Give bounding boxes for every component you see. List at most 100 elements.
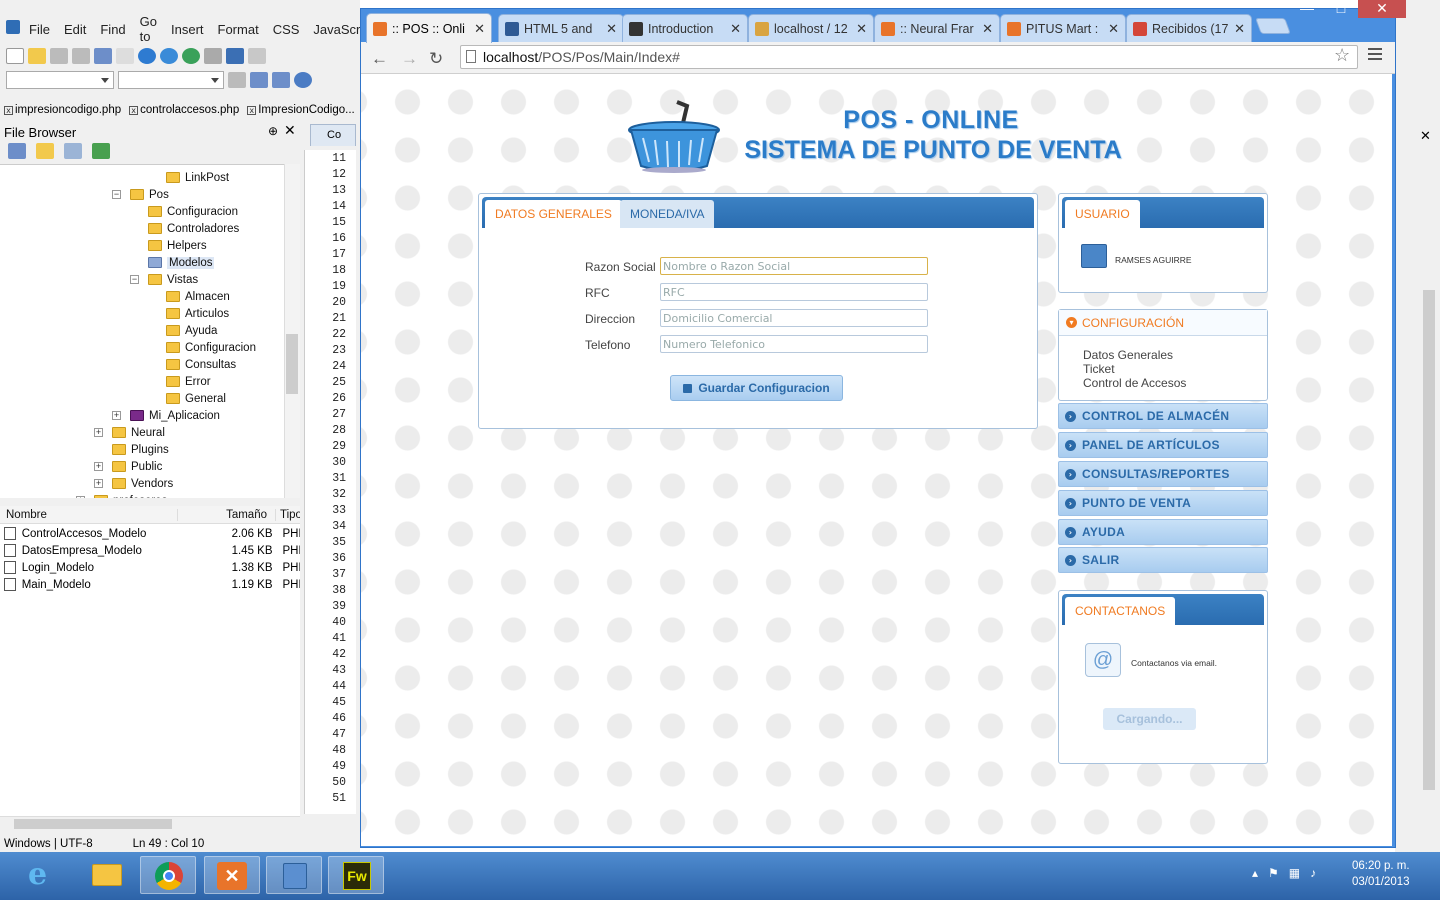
- style-select[interactable]: [118, 71, 224, 89]
- expand-toggle-icon[interactable]: +: [94, 462, 103, 471]
- close-tab-icon[interactable]: ✕: [1234, 21, 1245, 37]
- tree-item[interactable]: Helpers: [148, 237, 207, 254]
- tree-item[interactable]: Configuracion: [148, 203, 238, 220]
- redo-icon[interactable]: [248, 48, 266, 64]
- col-size[interactable]: Tamaño: [178, 508, 276, 521]
- chrome-icon[interactable]: [140, 856, 196, 894]
- col-name[interactable]: Nombre: [0, 508, 178, 521]
- expand-toggle-icon[interactable]: +: [94, 479, 103, 488]
- close-icon[interactable]: x: [247, 105, 257, 115]
- tab-datos-generales[interactable]: DATOS GENERALES: [485, 200, 622, 228]
- save-all-icon[interactable]: [72, 48, 90, 64]
- file-explorer-icon[interactable]: [78, 856, 134, 894]
- tree-item[interactable]: Ayuda: [166, 322, 217, 339]
- close-panel-button[interactable]: ✕: [284, 122, 296, 139]
- tree-item[interactable]: Public: [112, 458, 162, 475]
- telefono-input[interactable]: Numero Telefonico: [660, 335, 928, 353]
- expand-toggle-icon[interactable]: +: [112, 411, 121, 420]
- tree-item[interactable]: Configuracion: [166, 339, 256, 356]
- editor-vertical-scrollbar[interactable]: [1420, 150, 1438, 814]
- browser-tab[interactable]: :: Neural Frar ✕: [874, 14, 1000, 42]
- close-tab-icon[interactable]: ✕: [730, 21, 741, 37]
- close-tab-icon[interactable]: ✕: [474, 21, 485, 37]
- browser-tab[interactable]: HTML 5 and ✕: [498, 14, 624, 42]
- menu-edit[interactable]: Edit: [57, 22, 93, 37]
- view-icon[interactable]: [8, 143, 26, 159]
- paste-icon[interactable]: [116, 48, 134, 64]
- upload-icon[interactable]: [182, 48, 200, 64]
- table-icon[interactable]: [250, 72, 268, 88]
- clock[interactable]: 06:20 p. m. 03/01/2013: [1352, 858, 1410, 890]
- close-tab-icon[interactable]: ✕: [606, 21, 617, 37]
- close-icon[interactable]: ✕: [1420, 128, 1431, 144]
- menu-format[interactable]: Format: [211, 22, 266, 37]
- tree-scroll-thumb[interactable]: [286, 334, 298, 394]
- config-item-control-accesos[interactable]: Control de Accesos: [1083, 376, 1186, 390]
- tree-item[interactable]: Modelos: [148, 254, 215, 271]
- expand-toggle-icon[interactable]: +: [94, 428, 103, 437]
- fireworks-icon[interactable]: Fw: [328, 856, 384, 894]
- config-header[interactable]: ▾ CONFIGURACIÓN: [1059, 310, 1267, 336]
- tree-item[interactable]: Vistas: [148, 271, 198, 288]
- pin-icon[interactable]: ⊕: [268, 124, 278, 138]
- menu-panel-articulos[interactable]: › PANEL DE ARTÍCULOS: [1058, 432, 1268, 458]
- indent-icon[interactable]: [228, 72, 246, 88]
- save-config-button[interactable]: Guardar Configuracion: [670, 375, 843, 401]
- tree-item[interactable]: Consultas: [166, 356, 236, 373]
- scroll-thumb[interactable]: [1423, 290, 1435, 790]
- save-icon[interactable]: [50, 48, 68, 64]
- bookmark-star-icon[interactable]: ☆: [1334, 45, 1350, 66]
- internet-explorer-icon[interactable]: e: [18, 856, 74, 894]
- menu-file[interactable]: File: [22, 22, 57, 37]
- expand-toggle-icon[interactable]: −: [130, 275, 139, 284]
- back-icon[interactable]: ←: [371, 49, 388, 69]
- config-item-ticket[interactable]: Ticket: [1083, 362, 1115, 376]
- undo-icon[interactable]: [226, 48, 244, 64]
- menu-css[interactable]: CSS: [266, 22, 307, 37]
- new-tab-button[interactable]: [1255, 18, 1291, 34]
- refresh-icon[interactable]: [92, 143, 110, 159]
- tree-item[interactable]: Mi_Aplicacion: [130, 407, 220, 424]
- browser-tab[interactable]: :: POS :: Onli ✕: [366, 13, 492, 43]
- loading-button[interactable]: Cargando...: [1103, 708, 1196, 730]
- menu-control-almacen[interactable]: › CONTROL DE ALMACÉN: [1058, 403, 1268, 429]
- file-tab[interactable]: x controlaccesos.php: [129, 101, 239, 119]
- menu-find[interactable]: Find: [93, 22, 132, 37]
- tree-scrollbar[interactable]: [284, 164, 300, 498]
- tree-item[interactable]: Pos: [130, 186, 169, 203]
- col-type[interactable]: Tipo: [276, 509, 300, 521]
- razon-social-input[interactable]: Nombre o Razon Social: [660, 257, 928, 275]
- xampp-icon[interactable]: ✕: [204, 856, 260, 894]
- form-icon[interactable]: [272, 72, 290, 88]
- tab-moneda-iva[interactable]: MONEDA/IVA: [620, 200, 715, 228]
- file-row[interactable]: ControlAccesos_Modelo 2.06 KB PHP: [0, 525, 300, 542]
- network-icon[interactable]: ▦: [1289, 866, 1300, 880]
- open-folder-icon[interactable]: [28, 48, 46, 64]
- show-hidden-icons[interactable]: ▴: [1252, 866, 1258, 880]
- chrome-menu-icon[interactable]: [1368, 48, 1382, 63]
- menu-salir[interactable]: › SALIR: [1058, 547, 1268, 573]
- tree-item[interactable]: Vendors: [112, 475, 173, 492]
- email-at-icon[interactable]: @: [1085, 643, 1121, 677]
- browser-tab[interactable]: Introduction ✕: [622, 14, 748, 42]
- volume-icon[interactable]: ♪: [1310, 866, 1316, 880]
- tree-item[interactable]: General: [166, 390, 226, 407]
- file-row[interactable]: Login_Modelo 1.38 KB PHP: [0, 559, 300, 576]
- close-tab-icon[interactable]: ✕: [1108, 21, 1119, 37]
- close-tab-icon[interactable]: ✕: [856, 21, 867, 37]
- menu-insert[interactable]: Insert: [164, 22, 211, 37]
- preview-icon[interactable]: [160, 48, 178, 64]
- tree-item[interactable]: Plugins: [112, 441, 169, 458]
- direccion-input[interactable]: Domicilio Comercial: [660, 309, 928, 327]
- gear-icon[interactable]: [294, 72, 312, 88]
- menu-goto[interactable]: Go to: [133, 14, 164, 44]
- tree-item[interactable]: Error: [166, 373, 211, 390]
- tree-item[interactable]: Articulos: [166, 305, 229, 322]
- code-tab[interactable]: Co: [310, 124, 356, 146]
- reload-icon[interactable]: ↻: [429, 49, 443, 69]
- tree-item[interactable]: Controladores: [148, 220, 239, 237]
- copy-icon[interactable]: [94, 48, 112, 64]
- tree-item[interactable]: Neural: [112, 424, 165, 441]
- file-row[interactable]: DatosEmpresa_Modelo 1.45 KB PHP: [0, 542, 300, 559]
- file-row[interactable]: Main_Modelo 1.19 KB PHP: [0, 576, 300, 593]
